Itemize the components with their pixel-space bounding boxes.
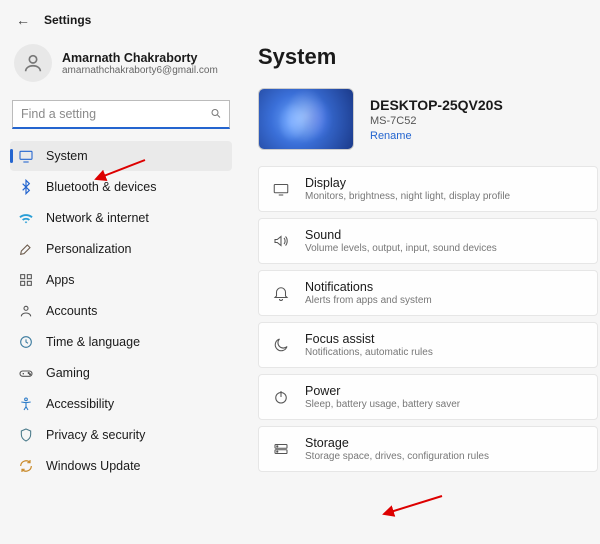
user-icon	[18, 303, 34, 319]
rename-link[interactable]: Rename	[370, 130, 412, 142]
sidebar-item-privacy[interactable]: Privacy & security	[10, 420, 232, 450]
sidebar-item-label: Personalization	[46, 242, 131, 256]
sidebar-item-update[interactable]: Windows Update	[10, 451, 232, 481]
card-title: Focus assist	[305, 332, 433, 346]
sidebar-item-label: Gaming	[46, 366, 90, 380]
sidebar-item-label: Time & language	[46, 335, 140, 349]
card-sound[interactable]: Sound Volume levels, output, input, soun…	[258, 218, 598, 264]
search-icon	[210, 107, 222, 122]
sidebar-item-personalization[interactable]: Personalization	[10, 234, 232, 264]
clock-icon	[18, 334, 34, 350]
bluetooth-icon	[18, 179, 34, 195]
storage-icon	[271, 440, 291, 458]
wifi-icon	[18, 210, 34, 226]
gamepad-icon	[18, 365, 34, 381]
profile-email: amarnathchakraborty6@gmail.com	[62, 65, 218, 76]
card-subtitle: Alerts from apps and system	[305, 295, 432, 306]
sidebar-item-label: Windows Update	[46, 459, 141, 473]
profile-name: Amarnath Chakraborty	[62, 51, 218, 65]
sidebar-item-label: Network & internet	[46, 211, 149, 225]
nav-list: System Bluetooth & devices Network & int…	[8, 141, 234, 481]
sound-icon	[271, 232, 291, 250]
monitor-icon	[18, 148, 34, 164]
card-focus-assist[interactable]: Focus assist Notifications, automatic ru…	[258, 322, 598, 368]
sidebar-item-accessibility[interactable]: Accessibility	[10, 389, 232, 419]
card-subtitle: Volume levels, output, input, sound devi…	[305, 243, 497, 254]
sidebar-item-gaming[interactable]: Gaming	[10, 358, 232, 388]
card-notifications[interactable]: Notifications Alerts from apps and syste…	[258, 270, 598, 316]
card-title: Sound	[305, 228, 497, 242]
card-subtitle: Notifications, automatic rules	[305, 347, 433, 358]
card-subtitle: Storage space, drives, configuration rul…	[305, 451, 489, 462]
sidebar-item-label: Accounts	[46, 304, 97, 318]
card-storage[interactable]: Storage Storage space, drives, configura…	[258, 426, 598, 472]
search-input[interactable]	[12, 100, 230, 129]
sidebar-item-label: Accessibility	[46, 397, 114, 411]
window-title: Settings	[44, 13, 91, 27]
back-button[interactable]: ←	[16, 12, 30, 28]
accessibility-icon	[18, 396, 34, 412]
shield-icon	[18, 427, 34, 443]
sidebar-item-accounts[interactable]: Accounts	[10, 296, 232, 326]
card-title: Display	[305, 176, 510, 190]
sidebar-item-network[interactable]: Network & internet	[10, 203, 232, 233]
annotation-arrow	[378, 490, 448, 523]
device-name: DESKTOP-25QV20S	[370, 97, 503, 113]
card-subtitle: Monitors, brightness, night light, displ…	[305, 191, 510, 202]
card-subtitle: Sleep, battery usage, battery saver	[305, 399, 460, 410]
power-icon	[271, 388, 291, 406]
page-title: System	[258, 44, 600, 70]
card-title: Storage	[305, 436, 489, 450]
moon-icon	[271, 336, 291, 354]
sidebar-item-apps[interactable]: Apps	[10, 265, 232, 295]
avatar	[14, 44, 52, 82]
sidebar-item-label: Apps	[46, 273, 75, 287]
sidebar-item-time[interactable]: Time & language	[10, 327, 232, 357]
device-block: DESKTOP-25QV20S MS-7C52 Rename	[258, 88, 600, 150]
profile-block[interactable]: Amarnath Chakraborty amarnathchakraborty…	[8, 38, 234, 92]
sidebar: Amarnath Chakraborty amarnathchakraborty…	[0, 34, 240, 482]
apps-icon	[18, 272, 34, 288]
update-icon	[18, 458, 34, 474]
card-power[interactable]: Power Sleep, battery usage, battery save…	[258, 374, 598, 420]
brush-icon	[18, 241, 34, 257]
display-icon	[271, 180, 291, 198]
sidebar-item-label: Bluetooth & devices	[46, 180, 157, 194]
sidebar-item-system[interactable]: System	[10, 141, 232, 171]
device-model: MS-7C52	[370, 115, 503, 127]
bell-icon	[271, 284, 291, 302]
settings-card-list: Display Monitors, brightness, night ligh…	[258, 166, 600, 472]
sidebar-item-label: System	[46, 149, 88, 163]
sidebar-item-bluetooth[interactable]: Bluetooth & devices	[10, 172, 232, 202]
sidebar-item-label: Privacy & security	[46, 428, 145, 442]
card-title: Power	[305, 384, 460, 398]
content: System DESKTOP-25QV20S MS-7C52 Rename Di…	[240, 34, 600, 482]
card-display[interactable]: Display Monitors, brightness, night ligh…	[258, 166, 598, 212]
device-wallpaper-thumb	[258, 88, 354, 150]
card-title: Notifications	[305, 280, 432, 294]
